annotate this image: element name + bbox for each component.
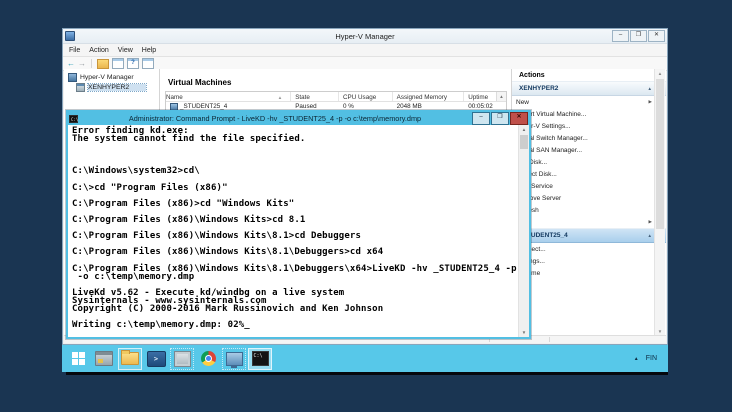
windows-logo-icon [72, 352, 85, 365]
show-hidden-icons-button[interactable]: ▲ [634, 356, 639, 362]
tree-root-label: Hyper-V Manager [80, 74, 134, 81]
vm-cpu: 0 % [339, 103, 393, 110]
submenu-icon: ▶ [649, 99, 652, 105]
collapse-icon[interactable]: ▲ [648, 86, 652, 91]
submenu-icon: ▶ [649, 219, 652, 225]
sort-asc-icon: ▲ [278, 95, 282, 100]
hyperv-titlebar[interactable]: Hyper-V Manager – ❐ ✕ [63, 29, 667, 44]
hyperv-close-button[interactable]: ✕ [648, 30, 665, 42]
tree-server-label: XENHYPER2 [88, 84, 146, 91]
command-prompt-window: C:\ Administrator: Command Prompt - Live… [66, 110, 531, 339]
console-output[interactable]: Error finding kd.exe: The system cannot … [68, 125, 529, 337]
actions-vm-header[interactable]: _STUDENT25_4 ▲ [512, 228, 666, 243]
scrollbar-thumb[interactable] [520, 135, 528, 149]
scroll-up-icon[interactable]: ▲ [655, 69, 665, 78]
forward-icon[interactable]: → [78, 60, 86, 68]
language-indicator[interactable]: FIN [646, 355, 657, 362]
hyperv-manager-icon [68, 73, 77, 82]
menu-action[interactable]: Action [89, 47, 108, 54]
cmd-maximize-button[interactable]: ❐ [491, 112, 509, 125]
start-button[interactable] [66, 348, 90, 370]
powershell-icon: > [147, 351, 166, 367]
folder-icon [121, 352, 139, 365]
action-new[interactable]: New ▶ [512, 96, 666, 108]
file-explorer-button[interactable] [118, 348, 142, 370]
powershell-button[interactable]: > [144, 348, 168, 370]
actions-pane: Actions XENHYPER2 ▲ New ▶ Import Virtual… [512, 69, 666, 336]
tree-item-server[interactable]: XENHYPER2 [64, 82, 159, 92]
actions-pane-title: Actions [512, 69, 666, 81]
chrome-button[interactable] [196, 348, 220, 370]
hyperv-minimize-button[interactable]: – [612, 30, 629, 42]
statusbar-separator [549, 337, 550, 342]
scroll-up-icon[interactable]: ▲ [519, 125, 529, 134]
action-inspect-disk[interactable]: Inspect Disk... [512, 168, 666, 180]
action-virtual-switch-manager[interactable]: Virtual Switch Manager... [512, 132, 666, 144]
vm-list-scroll-up[interactable]: ▲ [496, 92, 506, 101]
cmd-window-icon: C:\ [69, 115, 78, 123]
actions-server-header[interactable]: XENHYPER2 ▲ [512, 81, 666, 96]
cmd-close-button[interactable]: ✕ [510, 112, 528, 125]
server-manager-button[interactable] [92, 348, 116, 370]
action-connect[interactable]: Connect... [512, 243, 666, 255]
column-assigned-memory[interactable]: Assigned Memory [393, 92, 465, 101]
desktop: Hyper-V Manager – ❐ ✕ File Action View H… [0, 0, 732, 412]
vm-table: Name ▲ State CPU Usage Assigned Memory U… [165, 91, 507, 112]
vm-connect-icon [226, 352, 243, 366]
cmd-titlebar[interactable]: C:\ Administrator: Command Prompt - Live… [68, 112, 529, 125]
export-list-icon[interactable] [97, 59, 109, 69]
console-tree-icon[interactable] [112, 58, 124, 69]
hyperv-menubar: File Action View Help [63, 44, 667, 57]
actions-scrollbar[interactable]: ▲ ▼ [654, 69, 665, 336]
menu-help[interactable]: Help [142, 47, 156, 54]
menu-file[interactable]: File [69, 47, 80, 54]
server-manager-icon [95, 351, 113, 366]
vm-list-title: Virtual Machines [168, 78, 511, 87]
hyperv-maximize-button[interactable]: ❐ [630, 30, 647, 42]
action-stop-service[interactable]: Stop Service [512, 180, 666, 192]
action-virtual-san-manager[interactable]: Virtual SAN Manager... [512, 144, 666, 156]
console-text: Error finding kd.exe: The system cannot … [68, 125, 529, 329]
screen-bottom-edge [66, 372, 668, 375]
back-icon[interactable]: ← [67, 60, 75, 68]
cmd-window-title: Administrator: Command Prompt - LiveKD -… [78, 114, 472, 123]
action-vm-settings[interactable]: Settings... [512, 255, 666, 267]
action-import-vm[interactable]: Import Virtual Machine... [512, 108, 666, 120]
scroll-down-icon[interactable]: ▼ [519, 328, 529, 337]
hyperv-window-title: Hyper-V Manager [63, 32, 667, 41]
action-remove-server[interactable]: Remove Server [512, 192, 666, 204]
cmd-minimize-button[interactable]: – [472, 112, 490, 125]
vm-name: _STUDENT25_4 [180, 103, 227, 110]
console-scrollbar[interactable]: ▲ ▼ [518, 125, 529, 337]
vm-connect-button[interactable] [222, 348, 246, 370]
vm-memory: 2048 MB [393, 103, 465, 110]
cmd-icon: C:\ [252, 351, 269, 366]
action-view[interactable]: View ▶ [512, 216, 666, 228]
collapse-icon[interactable]: ▲ [648, 233, 652, 238]
action-edit-disk[interactable]: Edit Disk... [512, 156, 666, 168]
menu-view[interactable]: View [118, 47, 133, 54]
hyperv-manager-taskbar-button[interactable] [170, 348, 194, 370]
help-icon[interactable]: ? [127, 58, 139, 69]
column-cpu-usage[interactable]: CPU Usage [339, 92, 393, 101]
toolbar-separator [91, 59, 92, 68]
vm-uptime: 00:05:02 [464, 103, 506, 110]
scrollbar-thumb[interactable] [656, 79, 664, 229]
command-prompt-button[interactable]: C:\ [248, 348, 272, 370]
action-pane-icon[interactable] [142, 58, 154, 69]
hyperv-app-icon [174, 351, 191, 367]
taskbar-tray: ▲ FIN [634, 355, 668, 362]
taskbar: > C:\ ▲ FIN [62, 345, 668, 372]
column-state[interactable]: State [291, 92, 339, 101]
action-hyperv-settings[interactable]: Hyper-V Settings... [512, 120, 666, 132]
tree-item-hyperv-manager[interactable]: Hyper-V Manager [64, 72, 159, 82]
action-resume[interactable]: Resume [512, 267, 666, 279]
vm-table-header: Name ▲ State CPU Usage Assigned Memory U… [166, 92, 506, 102]
column-name[interactable]: Name ▲ [166, 92, 291, 101]
vm-state: Paused [291, 103, 339, 110]
action-refresh[interactable]: Refresh [512, 204, 666, 216]
chrome-icon [201, 351, 216, 366]
server-icon [76, 83, 85, 92]
